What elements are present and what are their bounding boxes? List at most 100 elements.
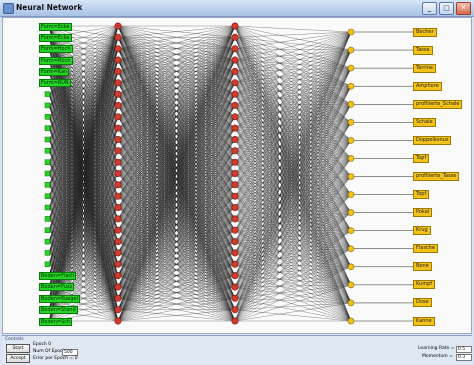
hidden-node-layer2 [231,147,239,155]
hidden-node-layer2 [231,272,239,280]
output-node [347,245,355,253]
hidden-node-layer1 [114,238,122,246]
momentum-label: Momentum = [422,354,453,359]
input-label: Form=Ecke [39,22,72,31]
output-label: Terrine [413,63,436,73]
hidden-node-layer1 [114,79,122,87]
hidden-node-layer2 [231,317,239,325]
hidden-node-layer2 [231,283,239,291]
epoch-label: Epoch [33,342,47,347]
input-node [44,193,51,199]
output-node [347,82,355,90]
input-node [44,182,51,188]
maximize-button[interactable]: □ [439,2,454,15]
input-node [44,170,51,177]
input-node [44,238,51,245]
output-label: Becher [413,27,437,37]
hidden-node-layer2 [231,90,239,98]
hidden-node-layer2 [231,113,239,121]
hidden-node-layer2 [231,215,239,223]
minimize-button[interactable]: _ [422,2,437,15]
hidden-node-layer1 [114,181,122,189]
window-title: Neural Network [16,3,83,12]
output-node [347,64,355,72]
hidden-node-layer2 [231,101,239,109]
hidden-node-layer2 [231,204,239,212]
close-button[interactable]: ✕ [456,2,471,15]
input-node [44,102,51,109]
hidden-node-layer1 [114,90,122,98]
output-label: Topf [413,153,430,163]
hidden-node-layer1 [114,124,122,132]
controls-panel: Controls Start Accept Epoch 0 Num Of Epo… [2,335,472,365]
output-node [347,209,355,216]
input-label: Boden=Flach [39,272,77,281]
hidden-node-layer1 [114,22,122,30]
output-label: Flasche [413,244,438,254]
hidden-node-layer2 [231,226,239,234]
output-node [347,101,355,108]
hidden-node-layer2 [231,260,239,268]
output-node [347,155,355,162]
input-node [44,148,51,154]
input-node [44,91,51,97]
hidden-node-layer1 [114,272,122,280]
output-label: Topf [413,190,430,200]
input-node [44,114,51,120]
output-label: Doppelkonus [413,135,452,145]
input-label: Form=Kan [39,67,70,76]
hidden-node-layer1 [114,283,122,291]
input-node [44,125,51,131]
input-label: Form=Hoch [39,45,73,54]
hidden-node-layer1 [114,45,122,53]
hidden-node-layer1 [114,260,122,268]
hidden-node-layer2 [231,79,239,87]
output-node [347,173,355,180]
output-node [347,227,355,234]
hidden-node-layer1 [114,67,122,75]
num-epochs-input[interactable]: 500 [62,349,78,356]
hidden-node-layer1 [114,113,122,121]
accept-button[interactable]: Accept [6,354,30,363]
hidden-node-layer2 [231,67,239,75]
hidden-node-layer1 [114,33,122,41]
output-label: Tasse [413,45,433,55]
learning-rate-input[interactable]: 0.5 [456,346,472,353]
controls-title: Controls [5,337,24,342]
input-node [44,216,51,222]
hidden-node-layer2 [231,136,239,144]
hidden-node-layer2 [231,294,239,302]
input-node [44,136,51,143]
network-links [48,25,352,322]
hidden-node-layer2 [231,192,239,200]
input-label: Form=Hoch [39,56,73,65]
momentum-input[interactable]: 0.3 [456,354,472,361]
hidden-node-layer1 [114,101,122,109]
hidden-node-layer1 [114,226,122,234]
output-node [347,28,355,36]
error-row: Error per Epoch = 0 [33,356,78,362]
input-node [44,250,51,256]
output-label: Kumpf [413,280,436,290]
input-node [44,204,51,211]
hidden-node-layer1 [114,215,122,223]
hidden-node-layer2 [231,238,239,246]
hidden-node-layer2 [231,170,239,178]
hidden-node-layer1 [114,306,122,314]
input-node [44,261,51,268]
output-node [347,317,355,325]
output-label: profilierte_Schale [413,99,463,109]
input-label: Boden=Fuss [39,283,75,292]
neural-network-window: Neural Network _ □ ✕ Form=Ecke Form=Ecke F… [0,0,474,365]
output-label: Bene [413,262,432,272]
epoch-value: 0 [48,342,52,347]
start-button[interactable]: Start [6,344,30,353]
output-label: Dose [413,298,432,308]
input-label: Boden=Sch [39,317,73,326]
hidden-node-layer1 [114,249,122,257]
output-node [347,46,355,54]
hidden-node-layer1 [114,158,122,166]
output-label: Pokal [413,208,433,218]
error-value: 0 [74,356,78,361]
hidden-node-layer1 [114,147,122,155]
